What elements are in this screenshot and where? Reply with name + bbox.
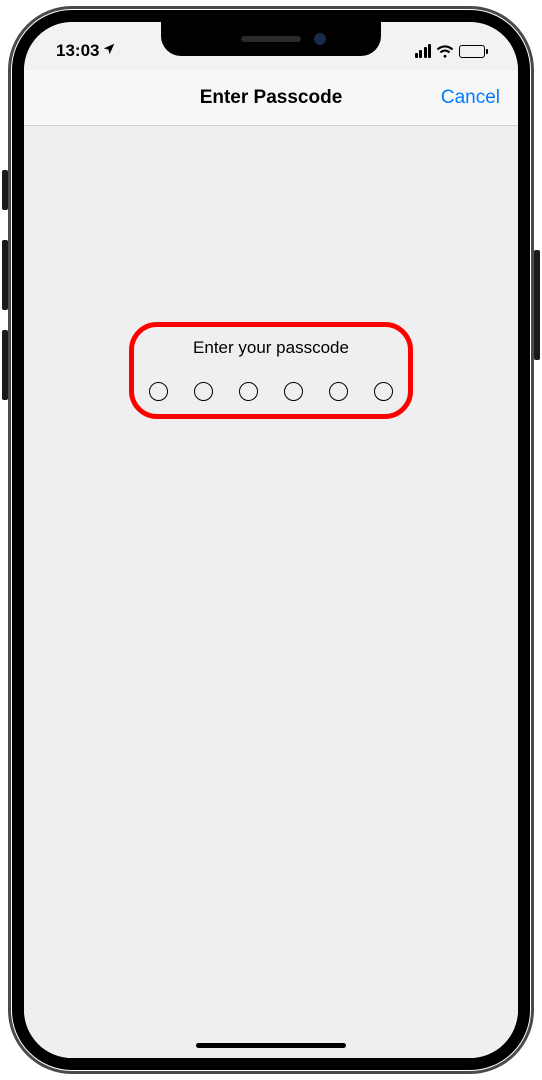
phone-volume-up: [2, 240, 8, 310]
phone-silence-switch: [2, 170, 8, 210]
home-indicator[interactable]: [196, 1043, 346, 1048]
phone-speaker: [241, 36, 301, 42]
battery-icon: [459, 45, 488, 58]
cellular-signal-icon: [415, 44, 432, 58]
wifi-icon: [436, 44, 454, 58]
phone-notch: [161, 22, 381, 56]
phone-volume-down: [2, 330, 8, 400]
main-content: Enter your passcode: [24, 126, 518, 1058]
passcode-prompt: Enter your passcode: [193, 338, 349, 358]
cancel-button[interactable]: Cancel: [441, 87, 500, 109]
navigation-bar: Enter Passcode Cancel: [24, 70, 518, 126]
passcode-digit-4[interactable]: [284, 382, 303, 401]
passcode-digit-3[interactable]: [239, 382, 258, 401]
passcode-digit-5[interactable]: [329, 382, 348, 401]
passcode-digit-1[interactable]: [149, 382, 168, 401]
annotation-highlight: [129, 322, 413, 419]
phone-front-camera: [314, 33, 326, 45]
status-right: [415, 44, 489, 58]
phone-frame: 13:03 Enter Passcode Canc: [12, 10, 530, 1070]
status-time: 13:03: [56, 41, 99, 61]
phone-power-button: [534, 250, 540, 360]
passcode-digit-6[interactable]: [374, 382, 393, 401]
status-left: 13:03: [56, 41, 116, 61]
screen: 13:03 Enter Passcode Canc: [24, 22, 518, 1058]
passcode-entry[interactable]: Enter your passcode: [149, 338, 393, 401]
passcode-digit-2[interactable]: [194, 382, 213, 401]
page-title: Enter Passcode: [200, 87, 343, 109]
location-services-icon: [102, 41, 116, 61]
passcode-dots[interactable]: [149, 382, 393, 401]
